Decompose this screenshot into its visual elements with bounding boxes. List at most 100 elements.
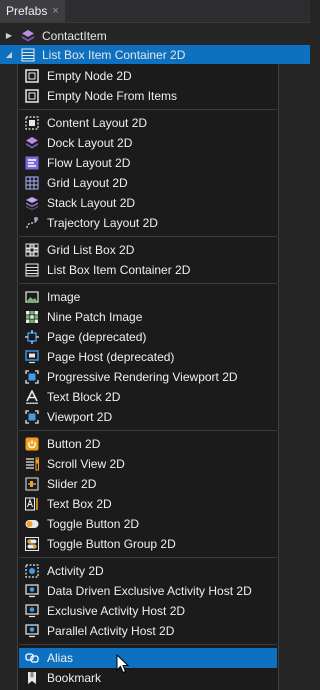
menu-separator [19, 109, 277, 110]
tree-row-label: List Box Item Container 2D [42, 47, 186, 62]
slider-icon [24, 476, 40, 492]
menu-item-bookmark[interactable]: Bookmark [19, 668, 277, 688]
menu-item-content-layout-2d[interactable]: Content Layout 2D [19, 113, 277, 133]
text-block-icon [24, 389, 40, 405]
mouse-cursor-icon [116, 654, 130, 674]
image-icon [24, 289, 40, 305]
menu-item-label: Dock Layout 2D [47, 136, 133, 150]
menu-item-label: Data Driven Exclusive Activity Host 2D [47, 584, 252, 598]
expanded-arrow-icon[interactable]: ◢ [4, 50, 14, 59]
menu-item-parallel-activity-host-2d[interactable]: Parallel Activity Host 2D [19, 621, 277, 641]
list-box-item-container-icon [20, 48, 36, 62]
menu-item-label: Trajectory Layout 2D [47, 216, 158, 230]
menu-item-label: Nine Patch Image [47, 310, 143, 324]
menu-item-exclusive-activity-host-2d[interactable]: Exclusive Activity Host 2D [19, 601, 277, 621]
menu-item-label: Bookmark [47, 671, 102, 685]
menu-item-dock-layout-2d[interactable]: Dock Layout 2D [19, 133, 277, 153]
toggle-button-icon [24, 516, 40, 532]
menu-item-label: List Box Item Container 2D [47, 263, 191, 277]
tab-prefabs[interactable]: Prefabs × [0, 0, 65, 22]
menu-separator [19, 644, 277, 645]
menu-item-image[interactable]: Image [19, 287, 277, 307]
activity-host-icon [24, 623, 40, 639]
menu-item-toggle-button-2d[interactable]: Toggle Button 2D [19, 514, 277, 534]
menu-item-grid-layout-2d[interactable]: Grid Layout 2D [19, 173, 277, 193]
menu-item-page-host-deprecated[interactable]: Page Host (deprecated) [19, 347, 277, 367]
alias-icon [24, 650, 40, 666]
menu-item-label: Stack Layout 2D [47, 196, 136, 210]
tree-row[interactable]: ▶ ContactItem [0, 26, 310, 45]
flow-layout-icon [24, 155, 40, 171]
menu-item-label: Viewport 2D [47, 410, 113, 424]
empty-node-icon [24, 68, 40, 84]
page-icon [24, 329, 40, 345]
menu-separator [19, 557, 277, 558]
tree-row[interactable]: ◢ List Box Item Container 2D [0, 45, 310, 64]
dock-layout-icon [24, 135, 40, 151]
menu-item-trajectory-layout-2d[interactable]: Trajectory Layout 2D [19, 213, 277, 233]
trajectory-layout-icon [24, 215, 40, 231]
toggle-button-group-icon [24, 536, 40, 552]
menu-item-label: Flow Layout 2D [47, 156, 131, 170]
viewport-icon [24, 409, 40, 425]
context-menu: Empty Node 2D Empty Node From Items Conten… [17, 64, 279, 690]
menu-item-label: Grid Layout 2D [47, 176, 128, 190]
menu-item-stack-layout-2d[interactable]: Stack Layout 2D [19, 193, 277, 213]
list-box-item-container-icon [24, 262, 40, 278]
content-layout-icon [24, 115, 40, 131]
menu-separator [19, 236, 277, 237]
menu-item-toggle-button-group-2d[interactable]: Toggle Button Group 2D [19, 534, 277, 554]
activity-host-icon [24, 583, 40, 599]
menu-item-viewport-2d[interactable]: Viewport 2D [19, 407, 277, 427]
menu-item-label: Activity 2D [47, 564, 104, 578]
menu-item-progressive-rendering-viewport-2d[interactable]: Progressive Rendering Viewport 2D [19, 367, 277, 387]
tab-bar: Prefabs × [0, 0, 310, 23]
menu-item-label: Scroll View 2D [47, 457, 125, 471]
menu-item-label: Slider 2D [47, 477, 97, 491]
menu-item-empty-node-2d[interactable]: Empty Node 2D [19, 66, 277, 86]
viewport-icon [24, 369, 40, 385]
menu-item-list-box-item-container-2d[interactable]: List Box Item Container 2D [19, 260, 277, 280]
menu-item-label: Content Layout 2D [47, 116, 148, 130]
menu-item-label: Toggle Button 2D [47, 517, 140, 531]
menu-item-label: Toggle Button Group 2D [47, 537, 176, 551]
prefab-icon [20, 29, 36, 43]
page-host-icon [24, 349, 40, 365]
tree-row-label: ContactItem [42, 28, 107, 43]
menu-item-label: Page (deprecated) [47, 330, 147, 344]
menu-item-label: Empty Node 2D [47, 69, 132, 83]
menu-item-empty-node-from-items[interactable]: Empty Node From Items [19, 86, 277, 106]
menu-item-page-deprecated[interactable]: Page (deprecated) [19, 327, 277, 347]
menu-item-activity-2d[interactable]: Activity 2D [19, 561, 277, 581]
menu-item-button-2d[interactable]: Button 2D [19, 434, 277, 454]
close-icon[interactable]: × [52, 5, 58, 17]
menu-item-nine-patch-image[interactable]: Nine Patch Image [19, 307, 277, 327]
menu-item-text-block-2d[interactable]: Text Block 2D [19, 387, 277, 407]
menu-item-data-driven-exclusive-activity-host-2d[interactable]: Data Driven Exclusive Activity Host 2D [19, 581, 277, 601]
menu-item-text-box-2d[interactable]: Text Box 2D [19, 494, 277, 514]
stack-layout-icon [24, 195, 40, 211]
activity-icon [24, 563, 40, 579]
menu-item-label: Empty Node From Items [47, 89, 178, 103]
menu-item-label: Button 2D [47, 437, 101, 451]
menu-item-label: Progressive Rendering Viewport 2D [47, 370, 238, 384]
grid-list-box-icon [24, 242, 40, 258]
menu-item-grid-list-box-2d[interactable]: Grid List Box 2D [19, 240, 277, 260]
menu-separator [19, 430, 277, 431]
grid-layout-icon [24, 175, 40, 191]
menu-item-flow-layout-2d[interactable]: Flow Layout 2D [19, 153, 277, 173]
collapsed-arrow-icon[interactable]: ▶ [4, 31, 14, 40]
menu-item-label: Grid List Box 2D [47, 243, 135, 257]
menu-item-label: Exclusive Activity Host 2D [47, 604, 186, 618]
menu-item-label: Page Host (deprecated) [47, 350, 175, 364]
text-box-icon [24, 496, 40, 512]
empty-node-icon [24, 88, 40, 104]
prefabs-tab-title: Prefabs [6, 4, 48, 18]
scroll-view-icon [24, 456, 40, 472]
nine-patch-image-icon [24, 309, 40, 325]
menu-item-label: Text Block 2D [47, 390, 121, 404]
menu-item-label: Text Box 2D [47, 497, 112, 511]
menu-item-alias[interactable]: Alias [19, 648, 277, 668]
menu-item-slider-2d[interactable]: Slider 2D [19, 474, 277, 494]
menu-item-scroll-view-2d[interactable]: Scroll View 2D [19, 454, 277, 474]
